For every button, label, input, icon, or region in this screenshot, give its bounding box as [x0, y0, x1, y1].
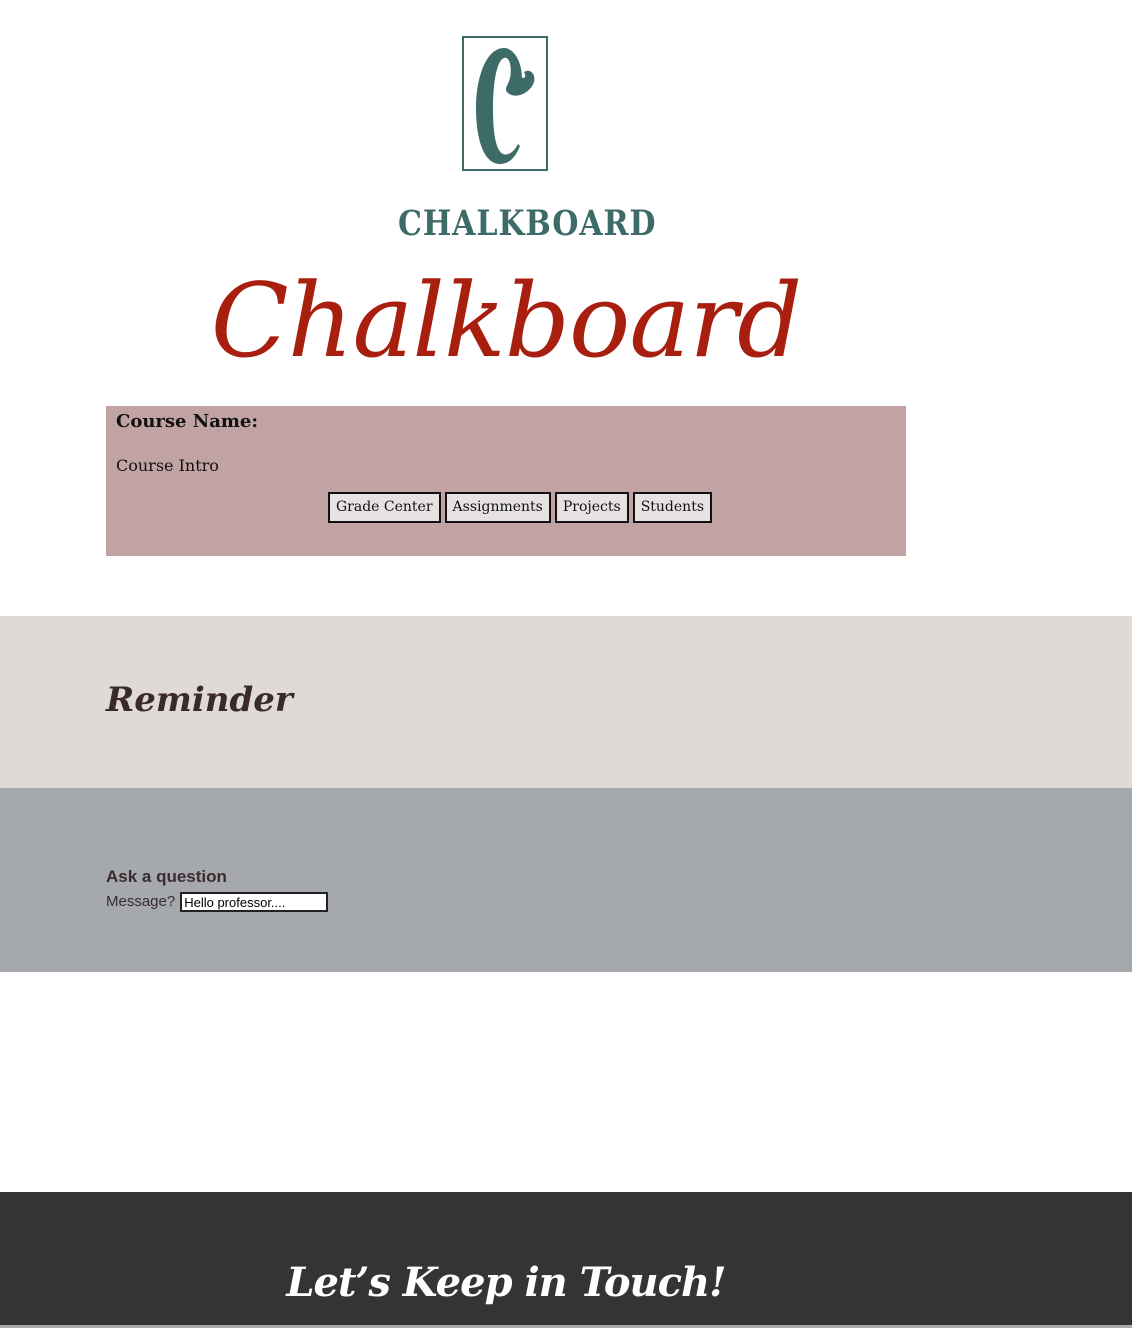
reminder-section: Reminder [0, 616, 1132, 788]
students-button[interactable]: Students [632, 492, 713, 523]
logo-monogram [462, 36, 548, 171]
footer-heading: Let’s Keep in Touch! [286, 1259, 726, 1306]
question-section: Ask a question Message? [0, 788, 1132, 972]
message-label: Message? [106, 893, 176, 910]
logo-letter-c-icon [476, 48, 535, 164]
message-row: Message? [106, 891, 329, 913]
message-input[interactable] [180, 892, 329, 912]
course-nav: Grade Center Assignments Projects Studen… [328, 492, 713, 523]
site-logo: CHALKBOARD [0, 0, 1012, 250]
assignments-button[interactable]: Assignments [444, 492, 551, 523]
ask-question-heading: Ask a question [106, 867, 227, 886]
page-title: Chalkboard [210, 262, 803, 381]
reminder-heading: Reminder [106, 680, 293, 720]
course-name-heading: Course Name: [116, 411, 259, 432]
course-panel: Course Name: Course Intro Grade Center A… [106, 406, 906, 556]
projects-button[interactable]: Projects [554, 492, 629, 523]
grade-center-button[interactable]: Grade Center [328, 492, 441, 523]
logo-wordmark: CHALKBOARD [398, 203, 657, 244]
footer: Let’s Keep in Touch! [0, 1192, 1132, 1328]
course-intro-text: Course Intro [116, 456, 219, 475]
